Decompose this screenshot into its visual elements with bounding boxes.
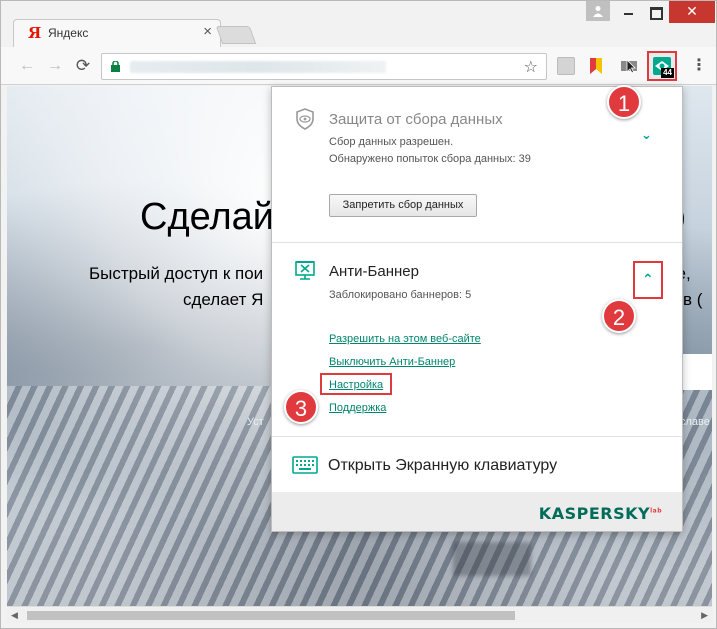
close-window-button[interactable]: ✕ (669, 1, 715, 23)
cursor-extension-icon[interactable] (620, 57, 638, 75)
scroll-right-icon[interactable]: ▶ (701, 610, 708, 621)
settings-link[interactable]: Настройка (329, 379, 383, 391)
divider-1 (272, 242, 682, 243)
hero-dark-element (453, 542, 531, 576)
browser-menu-button[interactable]: ⋮ (691, 57, 707, 75)
maximize-button[interactable] (642, 1, 668, 23)
kaspersky-logo-text: KASPERSKY (538, 504, 651, 523)
yandex-favicon-icon: Я (28, 24, 42, 42)
hero-subtitle-line2: сделает Я (183, 290, 264, 309)
user-icon (593, 6, 603, 17)
tab-title: Яндекс (48, 26, 89, 40)
antibanner-icon (295, 261, 315, 280)
tab-yandex[interactable]: Я Яндекс × (13, 19, 221, 47)
reload-button[interactable]: ⟳ (73, 56, 93, 76)
hero-subtitle-line2-right: в ( (683, 290, 703, 309)
privacy-expand-chevron-icon[interactable]: ⌄ (641, 127, 652, 143)
callout-2: 2 (602, 299, 636, 333)
virtual-keyboard-icon (292, 456, 318, 474)
hero-faint-text-right: славе (680, 416, 710, 428)
new-tab-button[interactable] (215, 26, 257, 44)
kaspersky-logo-sup: lab (650, 507, 662, 515)
callout-1: 1 (607, 85, 641, 119)
open-keyboard-link[interactable]: Открыть Экранную клавиатуру (328, 457, 557, 475)
tab-close-icon[interactable]: × (203, 23, 212, 40)
title-bar: Я Яндекс × ✕ (1, 1, 716, 47)
minimize-button[interactable] (615, 1, 641, 23)
antibanner-collapse-highlight[interactable]: ⌃ (633, 261, 663, 299)
hero-subtitle-line1: Быстрый доступ к пои (89, 264, 264, 283)
hero-title: Сделай (140, 196, 275, 238)
antibanner-title: Анти-Баннер (329, 263, 419, 280)
back-button[interactable]: ← (17, 56, 37, 76)
divider-2 (272, 436, 682, 437)
profile-button[interactable] (586, 1, 610, 21)
scroll-left-icon[interactable]: ◀ (11, 610, 18, 621)
hero-install-text: Уст (247, 416, 264, 428)
scrollbar-thumb[interactable] (27, 611, 515, 620)
extension-icon-gray[interactable] (557, 57, 575, 75)
bookmark-star-icon[interactable]: ☆ (524, 57, 538, 77)
allow-on-site-link[interactable]: Разрешить на этом веб-сайте (329, 333, 481, 345)
bookmark-flag-extension-icon[interactable] (587, 57, 605, 75)
address-bar[interactable]: ☆ (101, 53, 547, 80)
browser-toolbar: ← → ⟳ ☆ 44 ⋮ (1, 47, 716, 85)
forward-button[interactable]: → (45, 56, 65, 76)
lock-icon (111, 61, 120, 72)
antibanner-collapse-chevron-icon[interactable]: ⌃ (642, 271, 654, 288)
popup-footer: KASPERSKYlab (272, 492, 682, 531)
antibanner-status: Заблокировано баннеров: 5 (329, 289, 472, 301)
kaspersky-logo: KASPERSKYlab (539, 504, 662, 523)
browser-window: Я Яндекс × ✕ ← → ⟳ ☆ 44 ⋮ Сделай Быстрый… (0, 0, 717, 629)
privacy-status-attempts: Обнаружено попыток сбора данных: 39 (329, 153, 531, 165)
kaspersky-extension-button[interactable]: 44 (647, 51, 677, 81)
privacy-status-allowed: Сбор данных разрешен. (329, 136, 454, 148)
privacy-shield-eye-icon (296, 108, 314, 130)
kaspersky-badge: 44 (661, 68, 674, 78)
url-text-blurred (130, 61, 386, 73)
hero-button-partial[interactable] (681, 354, 712, 390)
support-link[interactable]: Поддержка (329, 402, 386, 414)
callout-3: 3 (284, 390, 318, 424)
horizontal-scrollbar[interactable]: ◀ ▶ (7, 606, 712, 623)
disable-antibanner-link[interactable]: Выключить Анти-Баннер (329, 356, 455, 368)
privacy-title: Защита от сбора данных (329, 111, 503, 128)
block-data-collection-button[interactable]: Запретить сбор данных (329, 194, 477, 217)
